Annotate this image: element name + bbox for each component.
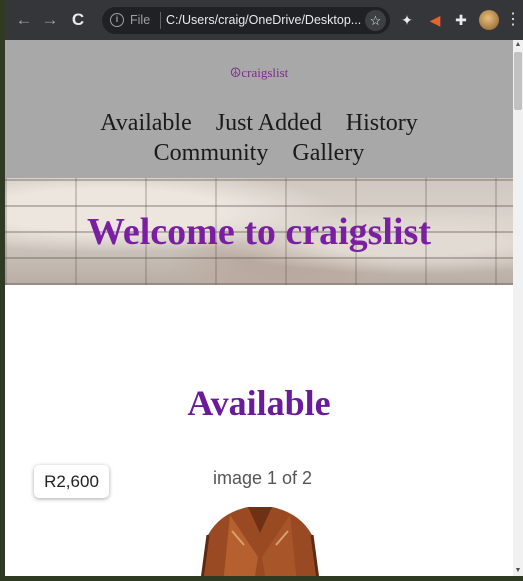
hero-title: Welcome to craigslist bbox=[86, 211, 431, 253]
nav-link-community[interactable]: Community bbox=[154, 140, 269, 166]
extensions-puzzle-icon[interactable]: ✚ bbox=[451, 10, 471, 30]
address-bar[interactable]: i File C:/Users/craig/OneDrive/Desktop..… bbox=[102, 7, 390, 34]
extension-puzzle-alt-icon[interactable]: ✦ bbox=[397, 10, 417, 30]
nav-link-history[interactable]: History bbox=[346, 110, 418, 136]
nav-link-gallery[interactable]: Gallery bbox=[292, 140, 364, 166]
image-counter: image 1 of 2 bbox=[212, 468, 313, 488]
omnibox-divider bbox=[160, 12, 161, 29]
scroll-down-arrow-icon[interactable]: ▼ bbox=[513, 566, 523, 576]
forward-button[interactable]: → bbox=[39, 9, 61, 31]
browser-menu-icon[interactable]: ⋮ bbox=[505, 9, 521, 31]
product-image-leather-jacket[interactable] bbox=[160, 495, 360, 576]
scrollbar-thumb[interactable] bbox=[514, 52, 522, 110]
browser-toolbar: ← → C i File C:/Users/craig/OneDrive/Des… bbox=[5, 0, 523, 40]
browser-window: ← → C i File C:/Users/craig/OneDrive/Des… bbox=[5, 0, 523, 576]
nav-link-just-added[interactable]: Just Added bbox=[216, 110, 322, 136]
reload-button[interactable]: C bbox=[67, 9, 89, 31]
site-header: ☮craigslist Available Just Added History… bbox=[5, 40, 513, 178]
nav-row-primary: Available Just Added History bbox=[5, 110, 513, 137]
bookmark-star-icon[interactable]: ☆ bbox=[365, 10, 386, 31]
page-scrollbar[interactable]: ▲ ▼ bbox=[513, 40, 523, 576]
url-scheme-label: File bbox=[130, 13, 151, 27]
scroll-up-arrow-icon[interactable]: ▲ bbox=[513, 40, 523, 50]
nav-row-secondary: Community Gallery bbox=[5, 140, 513, 167]
site-logo[interactable]: ☮craigslist bbox=[5, 65, 513, 81]
url-text[interactable]: C:/Users/craig/OneDrive/Desktop... bbox=[166, 13, 361, 27]
nav-link-available[interactable]: Available bbox=[100, 110, 192, 136]
hero-banner: Welcome to craigslist bbox=[5, 178, 513, 285]
info-icon[interactable]: i bbox=[110, 13, 124, 27]
extension-megaphone-icon[interactable]: ◀ bbox=[425, 10, 445, 30]
price-badge: R2,600 bbox=[34, 465, 109, 498]
back-button[interactable]: ← bbox=[13, 9, 35, 31]
profile-avatar[interactable] bbox=[479, 10, 499, 30]
page-viewport: ☮craigslist Available Just Added History… bbox=[5, 40, 513, 576]
section-title: Available bbox=[187, 383, 331, 423]
